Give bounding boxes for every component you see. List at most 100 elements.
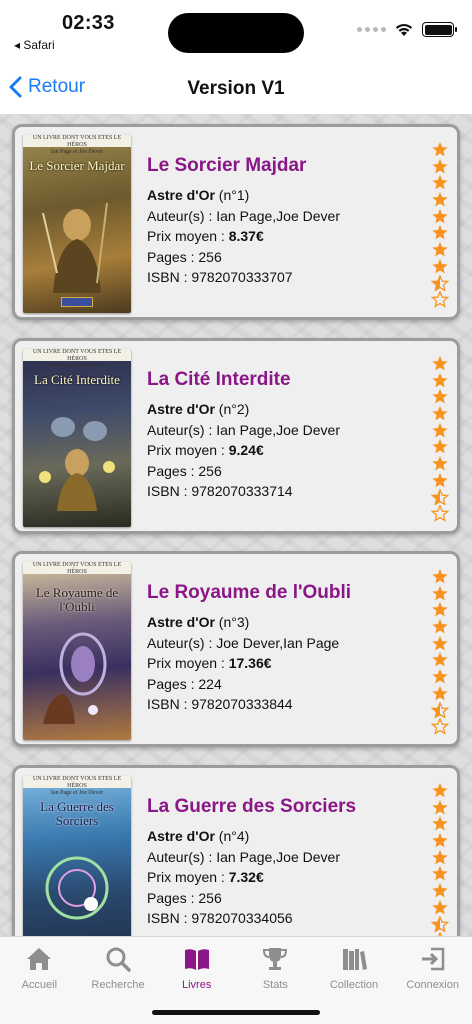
star-full-icon xyxy=(432,208,448,224)
cover-title: La Cité Interdite xyxy=(34,372,120,387)
cellular-signal-icon xyxy=(357,27,386,32)
book-pages: Pages : 256 xyxy=(147,890,222,906)
tab-label: Accueil xyxy=(21,979,58,991)
magnifier-icon xyxy=(106,947,131,972)
book-card[interactable]: UN LIVRE DONT VOUS ÊTES LE HÉROS Ian Page… xyxy=(12,338,460,534)
cover-series-banner: UN LIVRE DONT VOUS ÊTES LE HÉROS Ian Page… xyxy=(23,135,131,155)
book-authors: Auteur(s) : Ian Page,Joe Dever xyxy=(147,422,340,438)
book-pages: Pages : 256 xyxy=(147,463,222,479)
wifi-icon xyxy=(395,23,413,36)
book-series: Astre d'Or (n°2) xyxy=(147,401,250,417)
page-title: Version V1 xyxy=(187,78,285,99)
book-card[interactable]: UN LIVRE DONT VOUS ÊTES LE HÉROS Ian Page… xyxy=(12,124,460,320)
book-isbn: ISBN : 9782070333707 xyxy=(147,269,293,285)
star-half-icon xyxy=(431,701,449,719)
book-title[interactable]: Le Royaume de l'Oubli xyxy=(147,582,351,604)
star-full-icon xyxy=(432,816,448,831)
rating-stars xyxy=(431,355,451,522)
star-full-icon xyxy=(432,472,448,488)
star-full-icon xyxy=(432,799,448,815)
tab-accueil[interactable]: Accueil xyxy=(0,937,79,1024)
star-full-icon xyxy=(432,389,448,404)
book-cover: UN LIVRE DONT VOUS ÊTES LE HÉROS Ian Page… xyxy=(23,776,131,936)
star-full-icon xyxy=(432,635,448,651)
book-cover: UN LIVRE DONT VOUS ÊTES LE HÉROS Ian Page… xyxy=(23,349,131,527)
cover-badge xyxy=(61,297,93,307)
book-cover: UN LIVRE DONT VOUS ÊTES LE HÉROS Ian Page… xyxy=(23,135,131,313)
star-full-icon xyxy=(432,439,448,454)
rating-stars xyxy=(431,568,451,735)
cover-title: Le Sorcier Majdar xyxy=(29,158,125,173)
book-authors: Auteur(s) : Ian Page,Joe Dever xyxy=(147,208,340,224)
cover-series-banner: UN LIVRE DONT VOUS ÊTES LE HÉROS xyxy=(23,562,131,575)
star-full-icon xyxy=(432,832,448,848)
star-full-icon xyxy=(432,568,448,584)
cover-series-banner: UN LIVRE DONT VOUS ÊTES LE HÉROS Ian Page… xyxy=(23,349,131,369)
star-full-icon xyxy=(432,372,448,388)
tab-connexion[interactable]: Connexion xyxy=(393,937,472,1024)
tab-label: Livres xyxy=(182,979,212,991)
book-title[interactable]: La Guerre des Sorciers xyxy=(147,796,356,818)
book-title[interactable]: La Cité Interdite xyxy=(147,369,291,391)
tab-collection[interactable]: Collection xyxy=(315,937,394,1024)
cover-illustration xyxy=(39,417,115,511)
star-full-icon xyxy=(432,669,448,684)
book-authors: Auteur(s) : Joe Dever,Ian Page xyxy=(147,635,340,651)
trophy-icon xyxy=(263,948,288,970)
rating-stars xyxy=(431,782,451,936)
star-full-icon xyxy=(432,652,448,667)
tab-recherche[interactable]: Recherche xyxy=(79,937,158,1024)
book-series: Astre d'Or (n°3) xyxy=(147,614,250,630)
book-card[interactable]: UN LIVRE DONT VOUS ÊTES LE HÉROS Le Roya… xyxy=(12,551,460,747)
status-indicators xyxy=(357,22,457,37)
star-full-icon xyxy=(432,225,448,240)
star-half-icon xyxy=(431,915,449,933)
book-price: Prix moyen : 8.37€ xyxy=(147,228,264,244)
book-pages: Pages : 224 xyxy=(147,676,222,692)
cover-series-banner: UN LIVRE DONT VOUS ÊTES LE HÉROS Ian Page… xyxy=(23,776,131,796)
tab-label: Stats xyxy=(262,979,288,991)
book-price: Prix moyen : 17.36€ xyxy=(147,655,272,671)
status-bar: 02:33 ◂ Safari xyxy=(0,0,472,62)
star-empty-icon xyxy=(431,291,449,308)
status-back-app[interactable]: ◂ Safari xyxy=(14,38,55,52)
book-isbn: ISBN : 9782070334056 xyxy=(147,910,293,926)
star-full-icon xyxy=(432,191,448,207)
book-authors: Auteur(s) : Ian Page,Joe Dever xyxy=(147,849,340,865)
book-card[interactable]: UN LIVRE DONT VOUS ÊTES LE HÉROS Ian Page… xyxy=(12,765,460,936)
star-empty-icon xyxy=(431,718,449,735)
star-full-icon xyxy=(432,422,448,438)
book-series: Astre d'Or (n°4) xyxy=(147,828,250,844)
star-full-icon xyxy=(432,258,448,274)
star-full-icon xyxy=(432,456,448,471)
star-full-icon xyxy=(432,585,448,601)
books-shelf-icon xyxy=(343,949,368,970)
star-full-icon xyxy=(432,899,448,915)
cover-illustration xyxy=(42,202,108,293)
cover-title: Le Royaume de l'Oubli xyxy=(35,585,119,614)
tab-label: Recherche xyxy=(91,979,145,991)
status-time: 02:33 xyxy=(62,12,115,34)
star-half-icon xyxy=(431,488,449,506)
book-title[interactable]: Le Sorcier Majdar xyxy=(147,155,306,177)
star-full-icon xyxy=(432,175,448,190)
dynamic-island xyxy=(168,13,304,53)
star-full-icon xyxy=(432,618,448,634)
cover-title: La Guerre des Sorciers xyxy=(40,799,114,828)
cover-illustration xyxy=(43,632,107,724)
book-price: Prix moyen : 7.32€ xyxy=(147,869,264,885)
book-isbn: ISBN : 9782070333844 xyxy=(147,696,293,712)
book-isbn: ISBN : 9782070333714 xyxy=(147,483,293,499)
star-full-icon xyxy=(432,355,448,371)
cover-illustration xyxy=(45,856,109,920)
star-half-icon xyxy=(431,274,449,292)
navigation-bar: Retour Version V1 xyxy=(0,62,472,114)
star-full-icon xyxy=(432,866,448,881)
book-price: Prix moyen : 9.24€ xyxy=(147,442,264,458)
star-full-icon xyxy=(432,849,448,865)
battery-icon xyxy=(422,22,457,37)
rating-stars xyxy=(431,141,451,308)
book-list[interactable]: UN LIVRE DONT VOUS ÊTES LE HÉROS Ian Page… xyxy=(0,114,472,936)
star-full-icon xyxy=(432,405,448,421)
book-series: Astre d'Or (n°1) xyxy=(147,187,250,203)
